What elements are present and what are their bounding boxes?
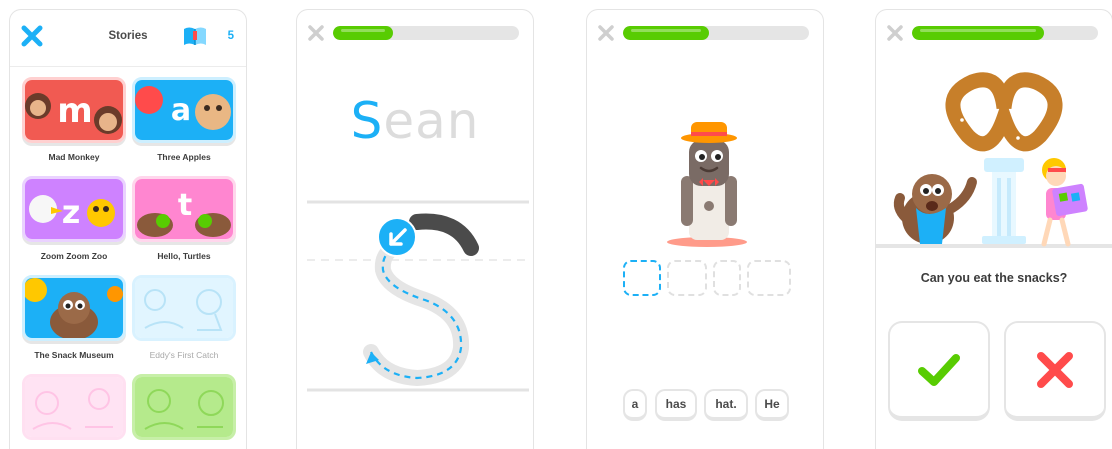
svg-text:a: a <box>171 93 191 128</box>
progress-bar <box>333 26 519 40</box>
story-thumbnail: m <box>22 77 126 143</box>
story-thumbnail <box>22 275 126 341</box>
svg-text:m: m <box>57 91 92 131</box>
word-tile-a[interactable]: a <box>623 389 647 421</box>
story-thumbnail: a <box>132 77 236 143</box>
progress-bar <box>912 26 1098 40</box>
tracing-screen: Sean <box>296 9 534 449</box>
progress-fill <box>912 26 1045 40</box>
question-screen: Can you eat the snacks? <box>875 9 1112 449</box>
story-card-locked <box>132 374 236 440</box>
close-icon[interactable] <box>307 24 325 42</box>
answer-slot[interactable] <box>713 260 741 296</box>
close-icon[interactable] <box>597 24 615 42</box>
stories-screen: Stories 5 m Mad Monkey a Three Apples z … <box>9 9 247 449</box>
answer-no-button[interactable] <box>1004 321 1106 421</box>
answer-slot-active[interactable] <box>623 260 661 296</box>
word-tile-has[interactable]: has <box>655 389 697 421</box>
trace-word-rest: ean <box>383 92 480 150</box>
answer-slot[interactable] <box>747 260 791 296</box>
svg-text:t: t <box>178 188 192 223</box>
pretzel-icon <box>945 72 1063 152</box>
progress-bar <box>623 26 809 40</box>
story-thumbnail-locked <box>22 374 126 440</box>
story-title: Eddy's First Catch <box>149 350 219 360</box>
story-title: Hello, Turtles <box>157 251 211 261</box>
museum-illustration <box>876 72 1112 248</box>
close-icon[interactable] <box>886 24 904 42</box>
progress-fill <box>623 26 709 40</box>
x-mark-icon <box>1037 351 1073 388</box>
bear-character <box>893 174 977 244</box>
stroke-start-icon <box>377 217 417 257</box>
answer-yes-button[interactable] <box>888 321 990 421</box>
stories-count: 5 <box>227 30 234 42</box>
page-title: Stories <box>108 30 148 42</box>
story-title: Three Apples <box>157 152 211 162</box>
trace-word: Sean <box>297 92 533 150</box>
tracing-canvas[interactable] <box>297 190 532 420</box>
story-thumbnail: z <box>22 176 126 242</box>
girl-character <box>1041 158 1088 247</box>
story-card-locked <box>22 374 126 440</box>
story-card-zoom-zoom-zoo[interactable]: z Zoom Zoom Zoo <box>22 176 126 261</box>
character-illustration <box>667 122 747 247</box>
story-thumbnail: t <box>132 176 236 242</box>
story-card-eddys-first-catch: Eddy's First Catch <box>132 275 236 360</box>
book-icon <box>184 27 206 45</box>
word-tile-hat[interactable]: hat. <box>704 389 748 421</box>
progress-fill <box>333 26 393 40</box>
svg-text:z: z <box>62 193 81 231</box>
story-card-mad-monkey[interactable]: m Mad Monkey <box>22 77 126 162</box>
story-title: Zoom Zoom Zoo <box>40 251 108 261</box>
story-title: The Snack Museum <box>34 350 114 360</box>
checkmark-icon <box>918 353 960 386</box>
story-thumbnail-locked <box>132 275 236 341</box>
story-card-hello-turtles[interactable]: t Hello, Turtles <box>132 176 236 261</box>
story-card-three-apples[interactable]: a Three Apples <box>132 77 236 162</box>
story-title: Mad Monkey <box>48 152 100 162</box>
story-thumbnail-locked <box>132 374 236 440</box>
trace-word-first-letter: S <box>350 92 384 150</box>
question-text: Can you eat the snacks? <box>920 271 1068 285</box>
word-tile-he[interactable]: He <box>755 389 789 421</box>
stories-header: Stories 5 <box>10 10 246 67</box>
answer-slot[interactable] <box>667 260 707 296</box>
story-card-the-snack-museum[interactable]: The Snack Museum <box>22 275 126 360</box>
word-bank-screen: a has hat. He <box>586 9 824 449</box>
